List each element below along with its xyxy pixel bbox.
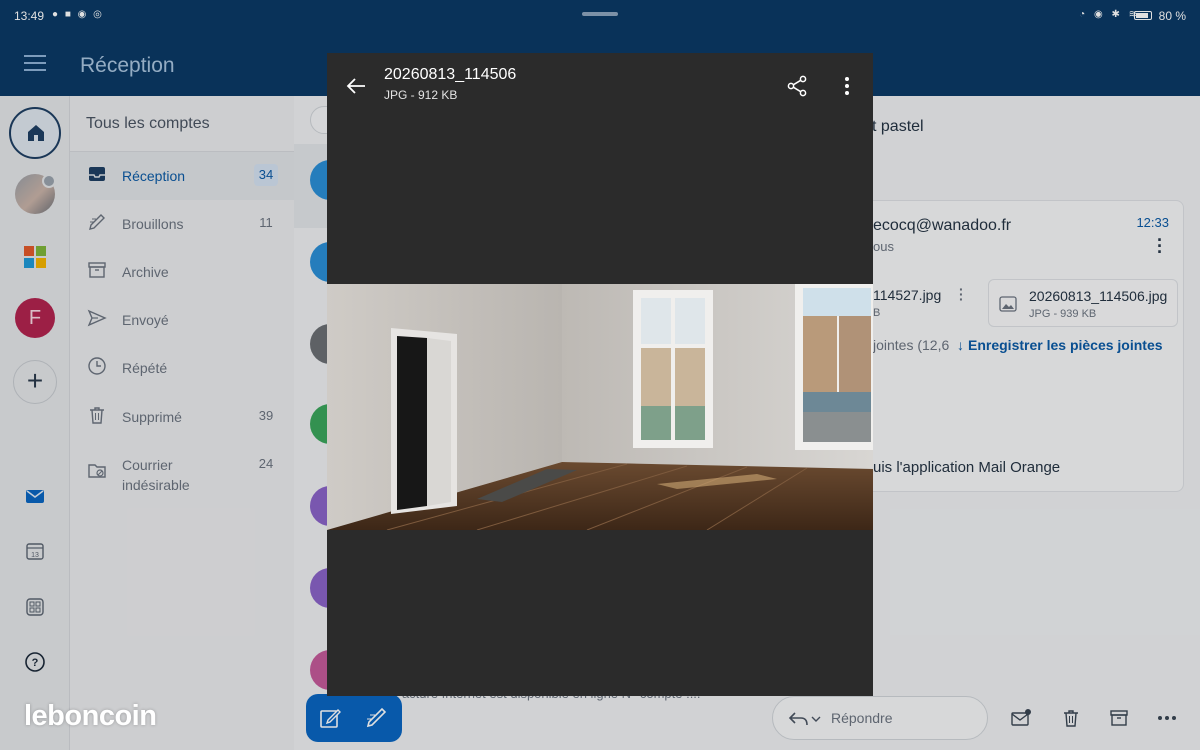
image-details: JPG - 912 KB xyxy=(384,88,458,102)
image-filename: 20260813_114506 xyxy=(384,66,517,83)
image-viewer: 20260813_114506 JPG - 912 KB xyxy=(327,53,873,696)
room-photo[interactable] xyxy=(327,284,873,530)
share-icon[interactable] xyxy=(786,75,808,97)
more-vert-icon[interactable] xyxy=(836,75,858,97)
leboncoin-watermark: leboncoin xyxy=(24,700,157,732)
back-arrow-icon[interactable] xyxy=(345,75,367,97)
